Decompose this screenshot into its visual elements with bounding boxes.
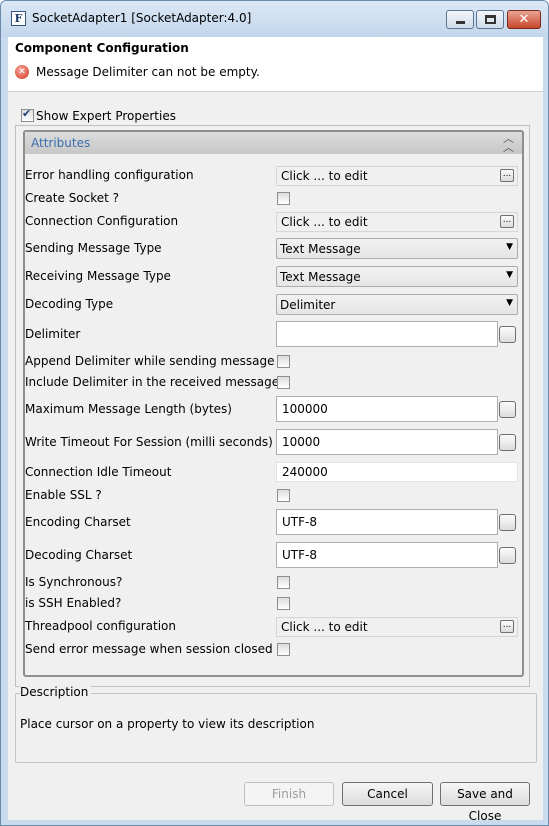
write-timeout-label: Write Timeout For Session (milli seconds… [25,435,273,449]
minimize-button[interactable] [446,10,474,29]
decoding-charset-edit-button[interactable] [499,547,516,564]
show-expert-checkbox[interactable] [21,107,34,122]
window-title: SocketAdapter1 [SocketAdapter:4.0] [32,11,252,25]
properties-panel: Attributes ︿ ︿ Error handling configurati… [15,125,530,687]
connection-config-label: Connection Configuration [25,214,179,228]
sending-type-label: Sending Message Type [25,241,162,255]
description-title: Description [20,685,92,699]
attributes-title: Attributes [31,136,91,150]
dialog-header: Component Configuration ✕ Message Delimi… [8,37,543,92]
dialog-window: F SocketAdapter1 [SocketAdapter:4.0] ✕ C… [0,0,549,826]
sending-type-select[interactable]: Text Message ▼ [276,238,518,259]
sending-type-value: Text Message [280,242,361,256]
enable-ssl-checkbox[interactable] [277,489,290,502]
connection-config-field[interactable]: Click ... to edit ... [276,212,518,232]
error-handling-edit-button[interactable]: ... [500,169,514,182]
dialog-client: Component Configuration ✕ Message Delimi… [8,37,543,823]
write-timeout-input[interactable]: 10000 [276,429,498,455]
close-icon: ✕ [518,12,530,27]
max-length-input[interactable]: 100000 [276,396,498,422]
synchronous-label: Is Synchronous? [25,575,123,589]
decoding-type-value: Delimiter [280,298,336,312]
idle-timeout-label: Connection Idle Timeout [25,465,172,479]
attributes-section: Attributes ︿ ︿ Error handling configurati… [23,130,524,677]
finish-button[interactable]: Finish [244,782,334,806]
error-handling-field[interactable]: Click ... to edit ... [276,166,518,186]
maximize-icon [485,15,496,24]
idle-timeout-input[interactable]: 240000 [276,462,518,482]
cancel-button[interactable]: Cancel [342,782,433,806]
app-icon: F [11,11,26,26]
decoding-type-label: Decoding Type [25,297,114,311]
minimize-icon [456,21,465,24]
receiving-type-value: Text Message [280,270,361,284]
idle-timeout-value: 240000 [282,465,328,479]
delimiter-label: Delimiter [25,327,81,341]
delimiter-input[interactable] [276,321,498,347]
threadpool-edit-button[interactable]: ... [500,620,514,633]
write-timeout-value: 10000 [282,435,321,449]
send-error-label: Send error message when session closed ? [25,642,283,656]
send-error-checkbox[interactable] [277,643,290,656]
encoding-charset-edit-button[interactable] [499,514,516,531]
threadpool-value: Click ... to edit [281,620,368,634]
enable-ssl-label: Enable SSL ? [25,488,102,502]
write-timeout-edit-button[interactable] [499,434,516,451]
append-delimiter-checkbox[interactable] [277,355,290,368]
create-socket-label: Create Socket ? [25,191,120,205]
decoding-charset-value: UTF-8 [282,548,317,562]
ssh-enabled-checkbox[interactable] [277,597,290,610]
ssh-enabled-label: is SSH Enabled? [25,596,122,610]
maximize-button[interactable] [476,10,504,29]
close-button[interactable]: ✕ [507,10,541,29]
max-length-value: 100000 [282,402,328,416]
threadpool-label: Threadpool configuration [25,619,177,633]
connection-config-value: Click ... to edit [281,215,368,229]
collapse-chevrons-icon[interactable]: ︿ ︿ [503,133,514,153]
receiving-type-label: Receiving Message Type [25,269,171,283]
max-length-edit-button[interactable] [499,401,516,418]
encoding-charset-label: Encoding Charset [25,515,131,529]
threadpool-field[interactable]: Click ... to edit ... [276,617,518,637]
dropdown-arrow-icon: ▼ [506,298,513,308]
decoding-charset-input[interactable]: UTF-8 [276,542,498,568]
delimiter-edit-button[interactable] [499,326,516,343]
description-text: Place cursor on a property to view its d… [20,717,315,731]
include-delimiter-label: Include Delimiter in the received messag… [25,375,280,389]
description-panel: Description Place cursor on a property t… [15,685,537,763]
encoding-charset-input[interactable]: UTF-8 [276,509,498,535]
save-and-close-button[interactable]: Save and Close [440,782,530,823]
error-handling-value: Click ... to edit [281,169,368,183]
append-delimiter-label: Append Delimiter while sending message [25,354,275,368]
connection-config-edit-button[interactable]: ... [500,215,514,228]
max-length-label: Maximum Message Length (bytes) [25,402,232,416]
synchronous-checkbox[interactable] [277,576,290,589]
error-message: Message Delimiter can not be empty. [36,65,260,79]
create-socket-checkbox[interactable] [277,192,290,205]
page-title: Component Configuration [15,41,189,55]
decoding-charset-label: Decoding Charset [25,548,133,562]
attributes-header[interactable]: Attributes ︿ ︿ [25,132,522,154]
include-delimiter-checkbox[interactable] [277,376,290,389]
decoding-type-select[interactable]: Delimiter ▼ [276,294,518,315]
error-icon: ✕ [15,65,29,79]
receiving-type-select[interactable]: Text Message ▼ [276,266,518,287]
dropdown-arrow-icon: ▼ [506,270,513,280]
dropdown-arrow-icon: ▼ [506,242,513,252]
error-handling-label: Error handling configuration [25,168,194,182]
encoding-charset-value: UTF-8 [282,515,317,529]
title-bar[interactable]: F SocketAdapter1 [SocketAdapter:4.0] ✕ [1,1,548,37]
show-expert-label[interactable]: Show Expert Properties [36,109,176,123]
